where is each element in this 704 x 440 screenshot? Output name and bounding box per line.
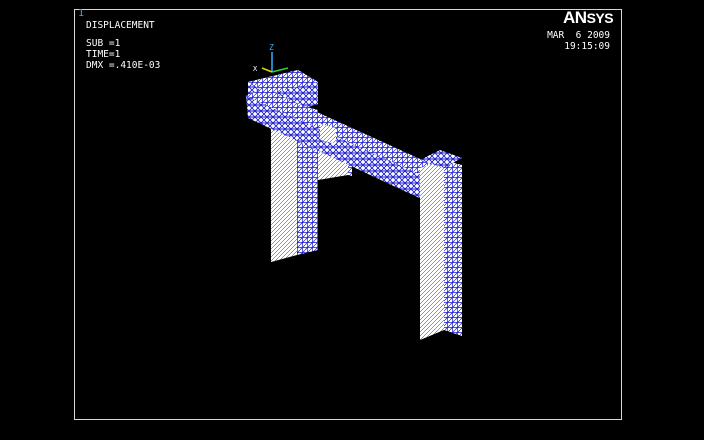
triad-x-axis	[261, 67, 273, 73]
triad-x-label: X	[253, 65, 258, 73]
triad-z-label: Z	[269, 43, 274, 52]
triad-y-axis	[271, 67, 289, 73]
coordinate-triad: Z X	[253, 43, 289, 73]
model-view: Z X	[246, 43, 462, 340]
right-column	[420, 150, 462, 340]
